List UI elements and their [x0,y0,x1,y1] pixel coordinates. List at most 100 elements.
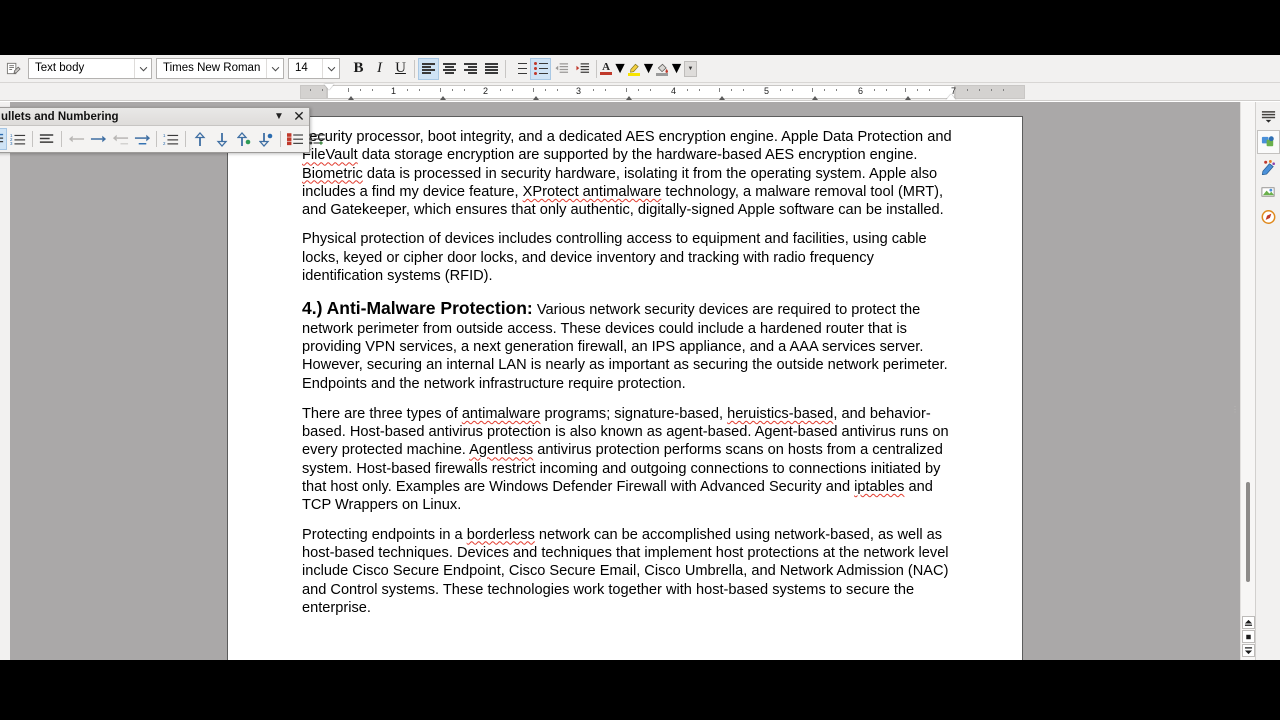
insert-unnumbered-entry-icon: 1 2 [163,133,179,146]
move-right-button[interactable] [87,128,109,150]
horizontal-ruler[interactable]: 1 2 3 4 5 6 7 [0,83,1280,101]
misspelled-word: borderless [466,526,535,543]
move-down-button[interactable] [211,128,233,150]
bold-button[interactable]: B [348,58,369,80]
styles-icon[interactable] [1257,155,1280,179]
no-list-button[interactable] [36,128,58,150]
unordered-list-icon [533,62,548,75]
chevron-down-icon[interactable]: ▼ [641,60,657,78]
arrow-right-subpoints-icon [134,134,150,144]
add-to-list-button[interactable] [306,128,328,150]
font-color-swatch [600,72,613,75]
arrow-left-subpoints-icon [112,134,128,144]
underline-button[interactable]: U [390,58,411,80]
align-left-button[interactable] [418,57,439,80]
next-page-button[interactable] [1242,644,1255,657]
ordered-list-button[interactable] [509,58,530,80]
paragraph[interactable]: security processor, boot integrity, and … [302,128,952,219]
demote-outline-with-subpoints-button[interactable] [0,128,7,150]
navigation-selector-button[interactable] [1242,630,1255,643]
bullets-toolbar-titlebar[interactable]: ullets and Numbering ▼ ✕ [0,108,309,126]
sidebar-collapse-handle[interactable]: ⋮ [1231,385,1239,433]
gallery-icon[interactable] [1257,180,1280,204]
text-run: security processor, boot integrity, and … [302,129,952,145]
paragraph[interactable]: Protecting endpoints in a borderless net… [302,526,952,617]
navigator-icon[interactable] [1257,205,1280,229]
scrollbar-thumb[interactable] [1246,482,1250,582]
restart-numbering-button[interactable] [284,128,306,150]
tab-stop-marker[interactable] [533,96,539,100]
paragraph[interactable]: Physical protection of devices includes … [302,230,952,285]
align-center-icon [443,63,456,74]
highlight-color-button[interactable]: ▼ [628,60,656,78]
close-icon[interactable]: ✕ [289,108,309,126]
decrease-indent-button[interactable] [551,58,572,80]
no-list-icon [39,134,54,143]
screen: Text body Times New Roman 14 B I U A ▼ ▼… [0,0,1280,720]
sidebar-settings-icon[interactable] [1257,105,1280,129]
align-justified-button[interactable] [481,58,502,80]
align-right-button[interactable] [460,58,481,80]
vertical-scrollbar[interactable] [1240,102,1255,660]
document-page[interactable]: security processor, boot integrity, and … [227,116,1023,660]
toolbar-overflow-button[interactable]: ▼ [684,60,697,77]
previous-page-icon [1244,619,1253,626]
chevron-down-icon[interactable] [266,59,283,78]
unordered-list-button[interactable] [530,57,551,80]
font-color-button[interactable]: A ▼ [600,60,628,78]
paragraph-heading[interactable]: 4.) Anti-Malware Protection: Various net… [302,299,952,392]
toolbar-divider [61,131,62,147]
toolbar-divider [505,59,506,78]
arrow-up-subpoints-icon [237,131,251,146]
increase-indent-button[interactable] [572,58,593,80]
underline-label: U [395,60,406,76]
arrow-up-icon [194,131,206,146]
chevron-down-icon[interactable] [134,59,151,78]
promote-outline-level-button[interactable]: 1 2 3 [7,128,29,150]
ruler-right-margin [955,85,1025,99]
right-indent-marker[interactable] [946,94,956,100]
misspelled-word: Agentless [469,442,534,459]
paragraph-style-combobox[interactable]: Text body [28,58,152,79]
misspelled-word: Biometric [302,165,363,182]
text-run: Protecting endpoints in a [302,526,467,543]
paragraph[interactable]: There are three types of antimalware pro… [302,405,952,515]
toolbar-options-dropdown-icon[interactable]: ▼ [269,108,289,126]
previous-page-button[interactable] [1242,616,1255,629]
chevron-down-icon[interactable]: ▼ [669,60,685,78]
move-left-with-subpoints-disabled-button [109,128,131,150]
document-workspace[interactable]: security processor, boot integrity, and … [0,102,1240,660]
bold-label: B [353,60,364,76]
increase-indent-icon [576,62,590,73]
chevron-down-icon[interactable] [322,59,339,78]
chevron-down-icon[interactable]: ▼ [612,60,628,78]
paragraph-background-button[interactable]: ▼ [656,60,684,78]
first-line-indent-marker[interactable] [324,84,334,90]
italic-button[interactable]: I [369,58,390,80]
font-size-combobox[interactable]: 14 [288,58,340,79]
highlight-color-swatch [628,72,641,76]
tab-stop-marker[interactable] [905,96,911,100]
move-down-with-subpoints-button[interactable] [255,128,277,150]
document-text-column[interactable]: security processor, boot integrity, and … [302,128,952,617]
insert-unnumbered-entry-button[interactable]: 1 2 [160,128,182,150]
text-run: programs; signature-based, [540,405,728,422]
arrow-down-subpoints-icon [259,132,273,147]
move-up-button[interactable] [189,128,211,150]
tab-stop-marker[interactable] [440,96,446,100]
bullets-and-numbering-toolbar[interactable]: ullets and Numbering ▼ ✕ 1 2 3 1 2 [0,107,325,153]
arrow-right-icon [90,135,106,143]
move-up-with-subpoints-button[interactable] [233,128,255,150]
font-name-combobox[interactable]: Times New Roman [156,58,284,79]
misspelled-word: antimalware [461,405,541,422]
toolbar-divider [185,131,186,147]
promote-level-icon: 1 2 3 [10,133,26,146]
tab-stop-marker[interactable] [626,96,632,100]
properties-icon[interactable] [1256,130,1280,154]
tab-stop-marker[interactable] [719,96,725,100]
tab-stop-marker[interactable] [348,96,354,100]
tab-stop-marker[interactable] [812,96,818,100]
align-center-button[interactable] [439,58,460,80]
update-style-icon[interactable] [2,57,24,81]
move-right-with-subpoints-button[interactable] [131,128,153,150]
